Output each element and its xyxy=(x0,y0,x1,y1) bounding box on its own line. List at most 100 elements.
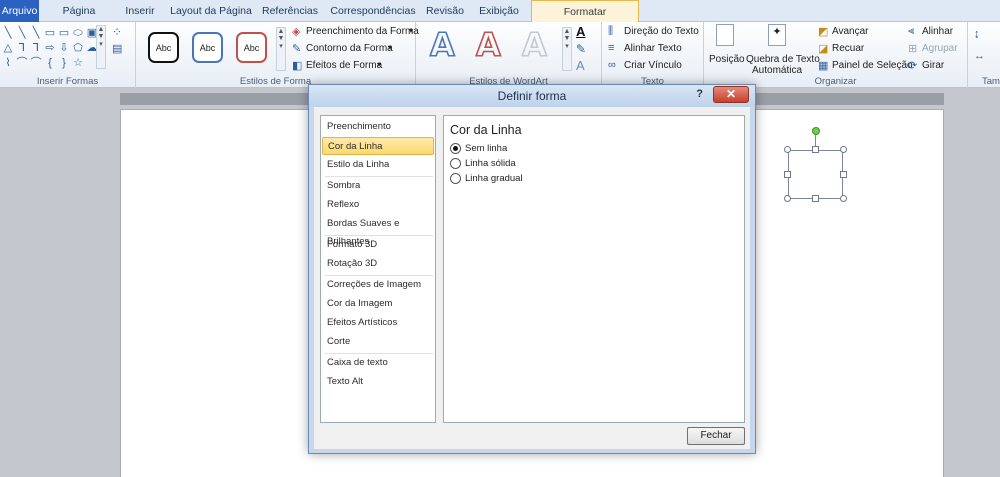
resize-handle-top-left[interactable] xyxy=(784,146,791,153)
tab-inserir[interactable]: Inserir xyxy=(120,0,160,22)
wrap-text-button[interactable]: Quebra de Texto xyxy=(746,54,820,65)
category-cor-da-imagem[interactable]: Cor da Imagem xyxy=(322,295,434,313)
resize-handle-bottom[interactable] xyxy=(812,195,819,202)
text-effects-icon[interactable]: A xyxy=(576,58,585,73)
chevron-down-icon[interactable]: ▾ xyxy=(409,26,413,35)
elbow-connector-icon[interactable]: ⅂ xyxy=(16,42,28,54)
category-caixa-de-texto[interactable]: Caixa de texto xyxy=(322,354,434,372)
radio-button[interactable] xyxy=(450,173,461,184)
tab-pagina-inicial[interactable]: Página Inicial xyxy=(48,0,110,39)
radio-button-selected[interactable] xyxy=(450,143,461,154)
category-texto-alt[interactable]: Texto Alt xyxy=(322,373,434,391)
category-correcoes-de-imagem[interactable]: Correções de Imagem xyxy=(322,276,434,294)
resize-handle-right[interactable] xyxy=(840,171,847,178)
wordart-style-blue[interactable]: A xyxy=(429,26,455,64)
close-icon[interactable]: ✕ xyxy=(713,86,749,103)
send-backward-icon: ◪ xyxy=(818,43,829,55)
oval-shape-icon[interactable]: ⬭ xyxy=(72,27,84,39)
line-shape-icon[interactable]: ╲ xyxy=(30,27,42,39)
rotate-button[interactable]: Girar xyxy=(922,60,944,71)
close-button[interactable]: Fechar xyxy=(687,427,745,445)
tab-exibicao[interactable]: Exibição xyxy=(474,0,524,22)
create-link-button[interactable]: Criar Vínculo xyxy=(624,60,682,71)
send-backward-button[interactable]: Recuar xyxy=(832,43,864,54)
category-preenchimento[interactable]: Preenchimento xyxy=(322,118,434,136)
tab-correspondencias[interactable]: Correspondências xyxy=(328,0,418,22)
dialog-title-bar[interactable]: Definir forma ? ✕ xyxy=(309,85,755,107)
draw-textbox-icon[interactable]: ▤ xyxy=(112,42,122,55)
category-formato-3d[interactable]: Formato 3D xyxy=(322,236,434,254)
category-corte[interactable]: Corte xyxy=(322,333,434,351)
tab-layout-da-pagina[interactable]: Layout da Página xyxy=(168,0,254,22)
wrap-text-icon[interactable]: ✦ xyxy=(768,24,786,46)
align-text-button[interactable]: Alinhar Texto xyxy=(624,43,682,54)
category-efeitos-artisticos[interactable]: Efeitos Artísticos xyxy=(322,314,434,332)
chevron-down-icon[interactable]: ▾ xyxy=(377,60,381,69)
rectangle-shape-icon[interactable]: ▭ xyxy=(44,27,56,39)
tab-formatar[interactable]: Formatar xyxy=(531,0,639,23)
triangle-shape-icon[interactable]: △ xyxy=(2,42,14,54)
wordart-style-red[interactable]: A xyxy=(475,26,501,64)
option-label[interactable]: Linha sólida xyxy=(465,158,516,169)
selected-shape[interactable] xyxy=(788,150,843,199)
shape-fill-button[interactable]: Preenchimento da Forma xyxy=(306,26,419,37)
group-icon: ⊞ xyxy=(908,43,918,55)
shape-styles-scroll[interactable]: ▲ ▼ ▾ xyxy=(276,27,286,71)
shape-effects-button[interactable]: Efeitos de Forma xyxy=(306,60,382,71)
category-sombra[interactable]: Sombra xyxy=(322,177,434,195)
position-icon[interactable] xyxy=(716,24,734,46)
freeform-shape-icon[interactable]: ⌇ xyxy=(2,57,14,69)
option-label[interactable]: Sem linha xyxy=(465,143,507,154)
tab-revisao[interactable]: Revisão xyxy=(422,0,468,22)
category-rotacao-3d[interactable]: Rotação 3D xyxy=(322,255,434,273)
wordart-styles-scroll[interactable]: ▲ ▼ ▾ xyxy=(562,27,572,71)
arrow-shape-icon[interactable]: ⇨ xyxy=(44,42,56,54)
tab-referencias[interactable]: Referências xyxy=(258,0,322,22)
category-estilo-da-linha[interactable]: Estilo da Linha xyxy=(322,156,434,174)
text-direction-button[interactable]: Direção do Texto xyxy=(624,26,699,37)
chevron-down-icon[interactable]: ▾ xyxy=(388,43,392,52)
resize-handle-top[interactable] xyxy=(812,146,819,153)
resize-handle-bottom-right[interactable] xyxy=(840,195,847,202)
star-shape-icon[interactable]: ☆ xyxy=(72,57,84,69)
radio-button[interactable] xyxy=(450,158,461,169)
shapes-gallery[interactable]: ╲ ╲ ╲ ▭ ▭ ⬭ ▣ △ ⅂ ⅂ ⇨ ⇩ ⬠ ☁ ⌇ ⌒ ⌒ { } ☆ xyxy=(2,25,106,69)
shape-outline-button[interactable]: Contorno da Forma xyxy=(306,43,393,54)
resize-handle-left[interactable] xyxy=(784,171,791,178)
resize-handle-top-right[interactable] xyxy=(840,146,847,153)
help-icon[interactable]: ? xyxy=(696,88,703,100)
shape-style-red[interactable]: Abc xyxy=(236,32,267,63)
align-button[interactable]: Alinhar xyxy=(922,26,953,37)
shapes-gallery-scroll[interactable]: ▲ ▼ ▾ xyxy=(96,25,106,69)
shape-style-blue[interactable]: Abc xyxy=(192,32,223,63)
curve-shape-icon[interactable]: ⌒ xyxy=(30,57,42,69)
position-button[interactable]: Posição xyxy=(709,54,745,65)
category-cor-da-linha[interactable]: Cor da Linha xyxy=(322,137,434,155)
edit-shape-icon[interactable]: ⁘ xyxy=(112,25,122,39)
selection-pane-button[interactable]: Painel de Seleção xyxy=(832,60,913,71)
tab-arquivo[interactable]: Arquivo xyxy=(0,0,39,22)
rotation-handle[interactable] xyxy=(812,127,820,135)
rectangle-shape-icon[interactable]: ▭ xyxy=(58,27,70,39)
pentagon-shape-icon[interactable]: ⬠ xyxy=(72,42,84,54)
shape-style-black[interactable]: Abc xyxy=(148,32,179,63)
group-wordart-styles: A A A ▲ ▼ ▾ A ✎ A Estilos de WordArt xyxy=(416,22,602,88)
category-bordas-suaves[interactable]: Bordas Suaves e Brilhantes xyxy=(322,215,434,247)
brace-shape-icon[interactable]: } xyxy=(58,57,70,69)
wrap-text-button-line2[interactable]: Automática xyxy=(752,65,802,76)
text-outline-icon[interactable]: ✎ xyxy=(576,42,586,56)
bring-forward-button[interactable]: Avançar xyxy=(832,26,869,37)
text-fill-icon[interactable]: A xyxy=(576,24,585,39)
curve-shape-icon[interactable]: ⌒ xyxy=(16,57,28,69)
wordart-style-gray[interactable]: A xyxy=(521,26,547,64)
shape-effects-icon: ◧ xyxy=(292,60,303,72)
line-shape-icon[interactable]: ╲ xyxy=(16,27,28,39)
group-button[interactable]: Agrupar xyxy=(922,43,958,54)
option-label[interactable]: Linha gradual xyxy=(465,173,523,184)
arrow-down-shape-icon[interactable]: ⇩ xyxy=(58,42,70,54)
resize-handle-bottom-left[interactable] xyxy=(784,195,791,202)
brace-shape-icon[interactable]: { xyxy=(44,57,56,69)
line-shape-icon[interactable]: ╲ xyxy=(2,27,14,39)
category-reflexo[interactable]: Reflexo xyxy=(322,196,434,214)
elbow-connector-icon[interactable]: ⅂ xyxy=(30,42,42,54)
